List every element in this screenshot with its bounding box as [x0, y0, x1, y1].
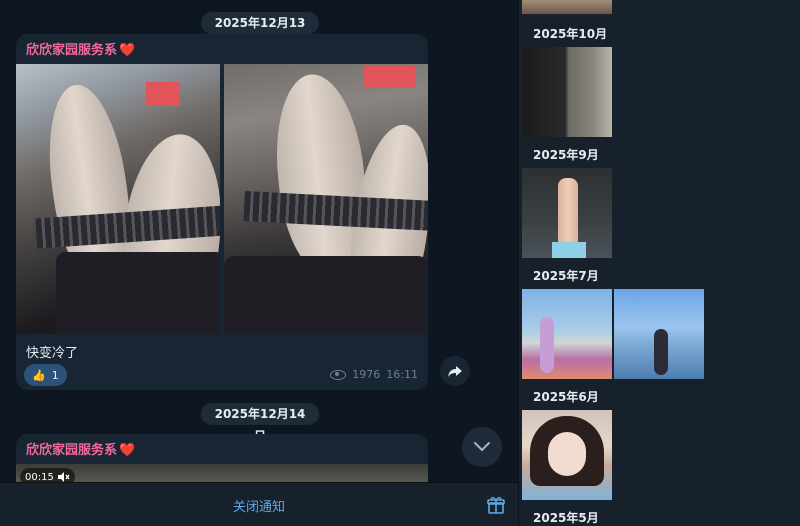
- mute-icon: [57, 472, 70, 482]
- gift-button[interactable]: [486, 495, 506, 519]
- reaction-chip[interactable]: 👍 1: [24, 364, 67, 386]
- thumbs-up-emoji: 👍: [32, 368, 46, 382]
- message-caption: 快变冷了: [26, 346, 79, 361]
- month-header: 2025年7月: [533, 269, 599, 283]
- photo-detail: [364, 66, 416, 88]
- mute-notifications-button[interactable]: 关闭通知: [0, 496, 518, 515]
- heart-emoji: ❤️: [119, 443, 136, 458]
- media-sidebar: 2025年10月 2025年9月 2025年7月 2025年6月 2025年5月: [518, 0, 800, 526]
- sender-name[interactable]: 欣欣家园服务系 ❤️: [26, 39, 135, 58]
- date-separator: 2025年12月14日: [201, 403, 319, 443]
- month-header: 2025年10月: [533, 27, 608, 41]
- chat-panel: 2025年12月13日 欣欣家园服务系❤️ 快变冷了 👍: [0, 0, 518, 526]
- view-count: 1976: [352, 368, 381, 381]
- reaction-count: 1: [51, 368, 59, 382]
- thumbnail-detail: [548, 432, 586, 476]
- photo-detail: [146, 82, 180, 106]
- gift-icon: [487, 497, 505, 514]
- sender-name[interactable]: 欣欣家园服务系 ❤️: [26, 439, 135, 458]
- month-header: 2025年5月: [533, 511, 599, 525]
- app-window: 2025年12月13日 欣欣家园服务系❤️ 快变冷了 👍: [0, 0, 800, 526]
- photo-1[interactable]: [16, 64, 220, 334]
- photo-detail: [224, 256, 428, 334]
- media-thumbnail[interactable]: [522, 47, 612, 137]
- date-separator: 2025年12月13日: [201, 12, 319, 52]
- photo-detail: [56, 252, 220, 334]
- thumbnail-detail: [654, 329, 668, 375]
- sender-name-text: 欣欣家园服务系: [26, 443, 118, 458]
- share-button[interactable]: [440, 356, 470, 386]
- share-icon: [448, 366, 462, 377]
- message-time: 16:11: [386, 368, 418, 381]
- scroll-down-button[interactable]: [462, 427, 502, 467]
- message-bubble[interactable]: 欣欣家园服务系 ❤️ 快变冷了 👍 1 1976 16:11: [16, 34, 428, 390]
- video-duration: 00:15: [25, 471, 54, 483]
- photo-2[interactable]: [224, 64, 428, 334]
- chevron-down-icon: [474, 442, 490, 452]
- heart-emoji: ❤️: [119, 43, 136, 58]
- thumbnail-detail: [540, 317, 554, 373]
- message-meta: 1976 16:11: [330, 368, 418, 381]
- thumbnail-detail: [552, 242, 586, 258]
- media-thumbnail[interactable]: [522, 410, 612, 500]
- media-thumbnail[interactable]: [522, 168, 612, 258]
- eye-icon: [330, 369, 347, 380]
- thumbnail-detail: [558, 178, 578, 252]
- month-header: 2025年6月: [533, 390, 599, 404]
- media-thumbnail[interactable]: [522, 0, 612, 14]
- media-thumbnail[interactable]: [522, 289, 612, 379]
- month-header: 2025年9月: [533, 148, 599, 162]
- channel-footer: 关闭通知: [0, 482, 518, 526]
- sender-name-text: 欣欣家园服务系: [26, 43, 118, 58]
- media-thumbnail[interactable]: [614, 289, 704, 379]
